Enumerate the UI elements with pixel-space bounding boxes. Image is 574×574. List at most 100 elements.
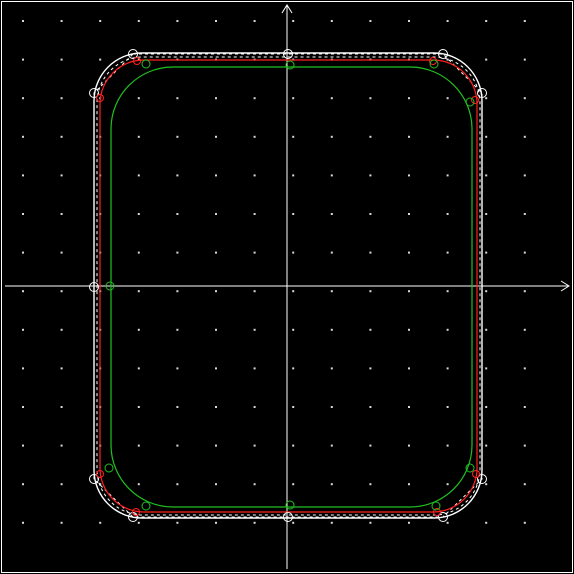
grid-dot <box>330 251 333 254</box>
grid-dot <box>369 174 372 177</box>
grid-dot <box>523 58 526 61</box>
grid-dot <box>22 135 24 138</box>
grid-dot <box>60 97 63 100</box>
grid-dot <box>446 97 449 100</box>
grid-dot <box>485 174 488 177</box>
grid-dot <box>60 328 63 331</box>
grid-dot <box>253 213 256 215</box>
grid-dot <box>137 483 140 486</box>
grid-dot <box>60 290 63 293</box>
grid-dot <box>408 406 410 408</box>
grid-dot <box>446 135 449 138</box>
grid-dot <box>137 135 140 138</box>
grid-dot <box>176 97 179 100</box>
grid-dot <box>292 97 295 100</box>
grid-dot <box>408 483 410 486</box>
grid-dot <box>485 97 488 100</box>
grid-dot <box>369 20 372 22</box>
grid-dot <box>137 444 140 447</box>
grid-dot <box>176 521 179 524</box>
grid-dot <box>330 406 333 408</box>
grid-dot <box>253 444 256 447</box>
grid-dot <box>369 328 372 331</box>
grid-dot <box>292 328 295 331</box>
grid-dot <box>292 251 295 254</box>
grid-dot <box>446 406 449 408</box>
grid-dot <box>369 213 372 215</box>
grid-dot <box>292 174 295 177</box>
grid-dot <box>292 521 295 524</box>
grid-dot <box>369 406 372 408</box>
grid-dot <box>408 328 410 331</box>
grid-dot <box>137 97 140 100</box>
grid-dot <box>292 20 295 22</box>
grid-dot <box>137 174 140 177</box>
grid-dot <box>446 521 449 524</box>
grid-dot <box>176 174 179 177</box>
grid-dot <box>446 483 449 486</box>
grid-dot <box>523 406 526 408</box>
grid-dot <box>369 367 372 370</box>
grid-dot <box>485 20 488 22</box>
grid-dot <box>446 290 449 293</box>
grid-dot <box>176 444 179 447</box>
grid-dot <box>215 20 217 22</box>
grid-dot <box>253 367 256 370</box>
grid-dot <box>408 174 410 177</box>
hollow-circle-icon <box>141 59 151 69</box>
grid-dot <box>330 135 333 138</box>
grid-dot <box>22 174 24 177</box>
grid-dot <box>215 444 217 447</box>
grid-dot <box>523 367 526 370</box>
grid-dot <box>253 174 256 177</box>
grid-dot <box>22 483 24 486</box>
grid-dot <box>253 290 256 293</box>
grid-dot <box>292 213 295 215</box>
grid-dot <box>99 521 102 524</box>
grid-dot <box>137 251 140 254</box>
grid-dot <box>408 20 410 22</box>
grid-dot <box>330 367 333 370</box>
grid-dot <box>60 251 63 254</box>
grid-dot <box>60 20 63 22</box>
grid-dot <box>485 135 488 138</box>
grid-dot <box>330 213 333 215</box>
grid-dot <box>330 174 333 177</box>
grid-dot <box>485 213 488 215</box>
grid-dot <box>369 483 372 486</box>
inner-curve <box>110 66 473 508</box>
grid-dot <box>60 444 63 447</box>
grid-dot <box>60 174 63 177</box>
grid-dot <box>408 213 410 215</box>
grid-dot <box>176 135 179 138</box>
grid-dot <box>408 521 410 524</box>
grid-dot <box>176 290 179 293</box>
grid-dot <box>523 97 526 100</box>
grid-dot <box>215 328 217 331</box>
grid-dot <box>22 521 24 524</box>
grid-dot <box>215 367 217 370</box>
grid-dot <box>292 290 295 293</box>
grid-dot <box>22 251 24 254</box>
grid-dot <box>215 406 217 408</box>
grid-dot <box>523 328 526 331</box>
grid-dot <box>137 367 140 370</box>
grid-dot <box>176 251 179 254</box>
grid-dot <box>253 406 256 408</box>
grid-dot <box>176 20 179 22</box>
grid-dot <box>408 444 410 447</box>
grid-dot <box>292 483 295 486</box>
grid-dot <box>253 521 256 524</box>
grid-dot <box>215 483 217 486</box>
grid-dot <box>22 97 24 100</box>
grid-dot <box>176 406 179 408</box>
grid-dot <box>523 135 526 138</box>
hollow-circle-icon <box>104 463 114 473</box>
grid-dot <box>485 290 488 293</box>
grid-dot <box>523 444 526 447</box>
grid-dot <box>408 367 410 370</box>
grid-dot <box>176 367 179 370</box>
grid-dot <box>215 521 217 524</box>
grid-dot <box>330 290 333 293</box>
grid-dot <box>22 367 24 370</box>
